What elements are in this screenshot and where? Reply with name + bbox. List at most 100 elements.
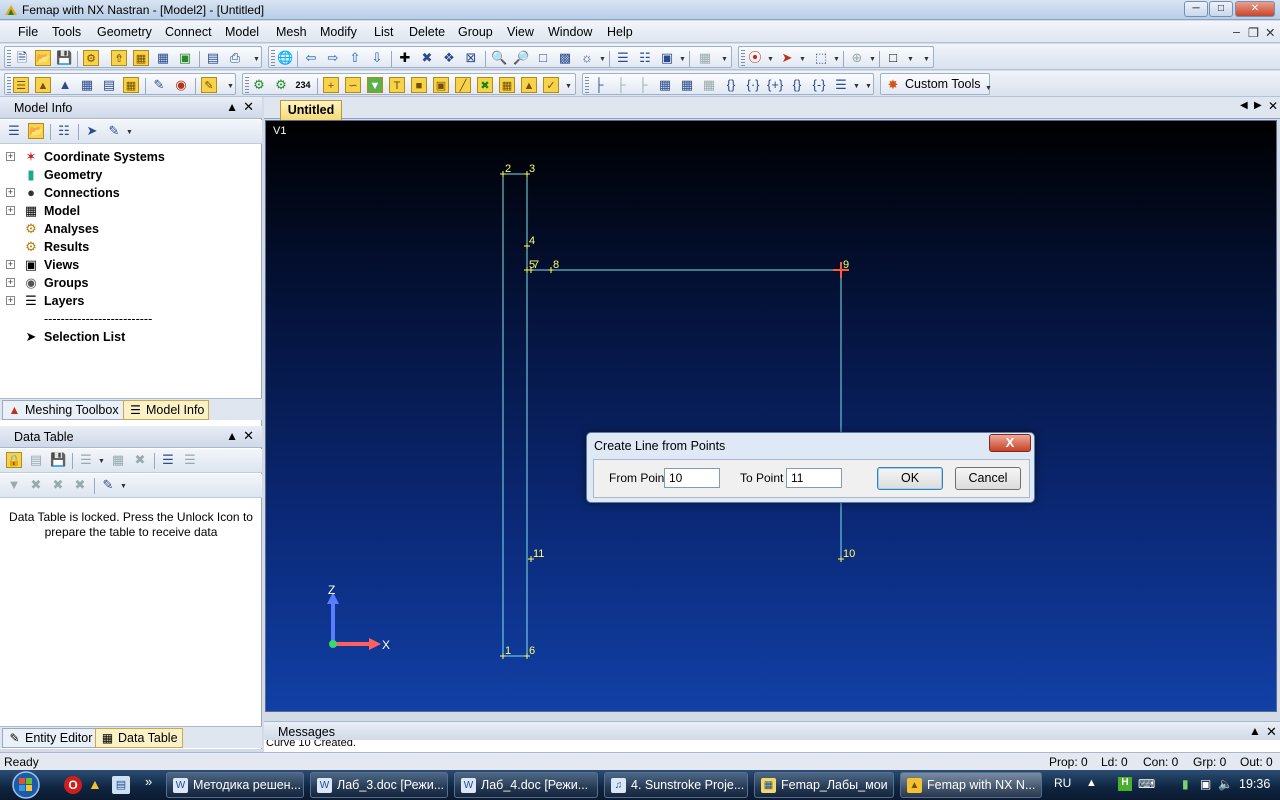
menu-view[interactable]: View [507, 25, 534, 39]
lock-icon[interactable]: 🔒 [6, 452, 22, 468]
tray-battery-icon[interactable]: ▮ [1182, 777, 1196, 791]
expand-icon[interactable]: + [6, 206, 15, 215]
import-icon[interactable]: ⚙ [83, 50, 99, 66]
toolbar-grip[interactable] [7, 50, 11, 68]
brace-icon[interactable]: {} [723, 77, 739, 93]
point-icon[interactable]: + [323, 77, 339, 93]
brace-bold-icon[interactable]: {} [789, 77, 805, 93]
select-box-dropdown[interactable]: ▼ [833, 56, 840, 63]
new-icon[interactable]: 🗎 [14, 50, 30, 66]
tree-item-views[interactable]: + ▣ Views [0, 256, 262, 274]
align-left-icon[interactable]: ├ [591, 77, 607, 93]
taskbar-item-femap-folder[interactable]: ▦ Femap_Лабы_мои [754, 772, 894, 798]
cancel-button[interactable]: Cancel [955, 467, 1021, 490]
filter-add-icon[interactable]: ✖ [28, 477, 44, 493]
toolbar-options-icon[interactable]: ▼ [923, 56, 930, 63]
render-dropdown[interactable]: ▼ [679, 56, 686, 63]
tab-entity-editor[interactable]: ✎ Entity Editor [2, 728, 98, 748]
tray-h-icon[interactable]: H [1118, 777, 1132, 791]
maximize-button[interactable]: □ [1209, 1, 1233, 17]
mdi-minimize-button[interactable]: – [1233, 25, 1240, 39]
arrow-up-icon[interactable]: ⇧ [347, 50, 363, 66]
merge-icon[interactable]: ▦ [701, 77, 717, 93]
highlight-dropdown[interactable]: ▼ [126, 129, 133, 136]
custom-tools-dropdown[interactable]: ▼ [985, 85, 992, 92]
menu-group[interactable]: Group [458, 25, 493, 39]
close-button[interactable]: ✕ [1235, 1, 1275, 17]
toolbar-grip[interactable] [245, 77, 249, 95]
select-box-icon[interactable]: ⬚ [813, 50, 829, 66]
add-row-icon[interactable]: ☰ [160, 452, 176, 468]
highlight-table-icon[interactable]: ✎ [100, 477, 116, 493]
text-icon[interactable]: T [389, 77, 405, 93]
open-icon[interactable]: 📂 [35, 50, 51, 66]
save-table-icon[interactable]: 💾 [50, 452, 66, 468]
tree-item-results[interactable]: ⚙ Results [0, 238, 262, 256]
entity-info-pane-icon[interactable]: ✎ [201, 77, 217, 93]
filter-clear-icon[interactable]: ✖ [72, 477, 88, 493]
opera-icon[interactable]: O [64, 776, 82, 794]
render-cube-icon[interactable]: ▣ [659, 50, 675, 66]
model-geometry[interactable]: 12 34567 8 91011ZX [266, 121, 1277, 712]
menu-geometry[interactable]: Geometry [97, 25, 152, 39]
view-layout-icon[interactable]: ☷ [637, 50, 653, 66]
post-icon[interactable]: ▦ [697, 50, 713, 66]
program-file-icon[interactable]: ✎ [151, 77, 167, 93]
api-pane-icon[interactable]: ▤ [101, 77, 117, 93]
point-3[interactable]: 3 [524, 163, 535, 177]
toolbar-grip[interactable] [7, 77, 11, 95]
start-button[interactable] [4, 771, 48, 799]
menu-file[interactable]: File [18, 25, 38, 39]
postprocessing-pane-icon[interactable]: ▲ [57, 77, 73, 93]
messages-pane-icon[interactable]: ◉ [173, 77, 189, 93]
language-indicator[interactable]: RU [1054, 776, 1071, 790]
point-11[interactable]: 11 [528, 548, 544, 562]
expand-icon[interactable]: + [6, 152, 15, 161]
entity-select-icon[interactable]: ⚙ [251, 77, 267, 93]
move-to-icon[interactable]: ➤ [84, 123, 100, 139]
expand-icon[interactable]: + [6, 296, 15, 305]
ok-button[interactable]: OK [877, 467, 943, 490]
autoscale-icon[interactable]: ⊠ [463, 50, 479, 66]
tree-item-geometry[interactable]: ▮ Geometry [0, 166, 262, 184]
select-add-dropdown[interactable]: ▼ [799, 56, 806, 63]
mdi-restore-button[interactable]: ❐ [1248, 25, 1259, 40]
clock[interactable]: 19:36 [1239, 777, 1270, 791]
mesh-icon[interactable]: ▦ [499, 77, 515, 93]
surface-icon[interactable]: ▼ [367, 77, 383, 93]
columns-dropdown[interactable]: ▼ [98, 458, 105, 465]
toolbar-grip[interactable] [585, 77, 589, 95]
toolbar-options-icon[interactable]: ▼ [253, 56, 260, 63]
pin-icon[interactable]: ▲ [1249, 724, 1261, 738]
toolbar-grip[interactable] [741, 50, 745, 68]
tree-item-selection-list[interactable]: ➤ Selection List [0, 328, 262, 346]
toolbar-options-icon[interactable]: ▼ [721, 56, 728, 63]
toolbar-options-icon[interactable]: ▼ [565, 83, 572, 90]
columns-icon[interactable]: ☰ [78, 452, 94, 468]
menu-modify[interactable]: Modify [320, 25, 357, 39]
tab-meshing-toolbox[interactable]: ▲ Meshing Toolbox [2, 400, 124, 420]
brace-minus-icon[interactable]: {-} [811, 77, 827, 93]
expand-icon[interactable]: + [6, 278, 15, 287]
entity-editor-pane-icon[interactable]: ▦ [79, 77, 95, 93]
taskbar-item-femap-app[interactable]: ▲ Femap with NX N... [900, 772, 1042, 798]
load-icon[interactable]: ▲ [521, 77, 537, 93]
arrow-down-icon[interactable]: ⇩ [369, 50, 385, 66]
tray-up-icon[interactable]: ▲ [1086, 777, 1100, 791]
data-table-pane-icon[interactable]: ▦ [123, 77, 139, 93]
open-folder-icon[interactable]: 📂 [28, 123, 44, 139]
grid-icon[interactable]: ▦ [155, 50, 171, 66]
volume-icon[interactable]: ▣ [433, 77, 449, 93]
curve-icon[interactable]: ∽ [345, 77, 361, 93]
pin-icon[interactable]: ▲ [226, 429, 238, 443]
table-icon[interactable]: ▦ [679, 77, 695, 93]
mdi-close-button[interactable]: ✕ [1265, 25, 1275, 40]
globe-icon[interactable]: 🌐 [277, 50, 293, 66]
menu-mesh[interactable]: Mesh [276, 25, 307, 39]
point-4[interactable]: 4 [524, 235, 535, 249]
tree-item-connections[interactable]: + ● Connections [0, 184, 262, 202]
pin-icon[interactable]: ▲ [226, 100, 238, 114]
filter-remove-icon[interactable]: ✖ [50, 477, 66, 493]
show-desktop-icon[interactable]: ▤ [112, 776, 130, 794]
tray-keyboard-icon[interactable]: ⌨ [1138, 777, 1155, 791]
